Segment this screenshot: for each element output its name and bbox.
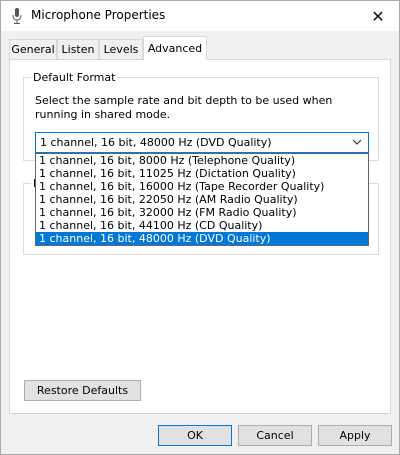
restore-defaults-button[interactable]: Restore Defaults [24, 380, 141, 401]
dropdown-option[interactable]: 1 channel, 16 bit, 16000 Hz (Tape Record… [36, 180, 368, 193]
tab-listen[interactable]: Listen [57, 39, 99, 59]
default-format-title: Default Format [31, 71, 118, 84]
apply-button[interactable]: Apply [318, 425, 392, 446]
dropdown-option[interactable]: 1 channel, 16 bit, 8000 Hz (Telephone Qu… [36, 154, 368, 167]
microphone-icon [11, 7, 23, 25]
default-format-description: Select the sample rate and bit depth to … [35, 94, 333, 121]
window-title: Microphone Properties [31, 8, 166, 22]
dropdown-option[interactable]: 1 channel, 16 bit, 44100 Hz (CD Quality) [36, 219, 368, 232]
dropdown-option[interactable]: 1 channel, 16 bit, 22050 Hz (AM Radio Qu… [36, 193, 368, 206]
dialog-window: Microphone Properties ✕ General Listen L… [0, 0, 400, 455]
tab-advanced[interactable]: Advanced [143, 36, 207, 60]
sample-rate-dropdown-list: 1 channel, 16 bit, 8000 Hz (Telephone Qu… [35, 153, 369, 246]
sample-rate-selected-value: 1 channel, 16 bit, 48000 Hz (DVD Quality… [40, 136, 272, 149]
close-icon: ✕ [371, 6, 385, 26]
chevron-down-icon [352, 136, 362, 148]
dropdown-option[interactable]: 1 channel, 16 bit, 11025 Hz (Dictation Q… [36, 167, 368, 180]
cancel-button[interactable]: Cancel [238, 425, 312, 446]
close-button[interactable]: ✕ [357, 1, 399, 31]
dropdown-option[interactable]: 1 channel, 16 bit, 32000 Hz (FM Radio Qu… [36, 206, 368, 219]
sample-rate-select[interactable]: 1 channel, 16 bit, 48000 Hz (DVD Quality… [35, 132, 369, 153]
ok-button[interactable]: OK [158, 425, 232, 446]
title-bar: Microphone Properties ✕ [1, 1, 399, 31]
tab-levels[interactable]: Levels [99, 39, 143, 59]
dropdown-option-selected[interactable]: 1 channel, 16 bit, 48000 Hz (DVD Quality… [36, 232, 368, 245]
tab-general[interactable]: General [9, 39, 57, 59]
